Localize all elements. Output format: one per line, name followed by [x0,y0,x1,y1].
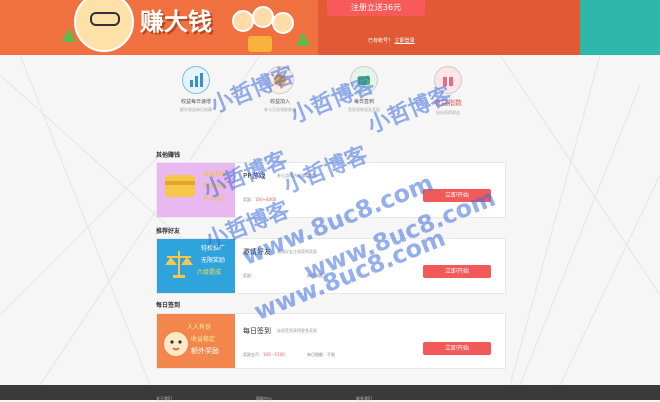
login-hint-text: 已有帐号？ [368,38,394,44]
card-banner-image: 人人有份 收益稳定 额外奖励 [157,314,235,368]
top-banner: 赚大钱 注册立送36元 已有帐号？ 立即登录 [0,0,660,55]
banner-artwork: 赚大钱 [0,0,318,55]
reward-label: 奖励： [243,273,255,278]
start-button[interactable]: 立即开始 [423,265,491,278]
card-description: 连续签到获得更多奖励 [277,328,317,333]
section-title-other: 其他赚钱 [156,152,181,159]
card-image-line: 收益稳定 [191,336,216,343]
reward-label: 奖励： [243,197,255,202]
card-image-line: 人人有份 [187,324,212,331]
start-button[interactable]: 立即开始 [423,342,491,355]
login-link[interactable]: 立即登录 [395,38,415,44]
footer-link[interactable]: 关于我们 [156,396,172,402]
card-image-line: 额外奖励 [191,347,219,355]
card-limit: 每日限额：不限 [307,352,335,358]
reward-label: 奖励金币： [243,352,263,357]
footer-link[interactable]: 联系我们 [356,396,372,402]
card-title: 每日签到 [243,327,271,335]
tree-icon [62,28,76,42]
footer-link[interactable]: 帮助中心 [256,396,272,402]
banner-side-panel [580,0,660,55]
tree-icon [296,32,310,46]
banner-headline: 赚大钱 [140,8,212,36]
register-button[interactable]: 注册立送36元 [327,0,425,16]
section-title-invite: 推荐好友 [156,228,181,235]
limit-value: 不限 [327,352,335,357]
login-hint: 已有帐号？ 立即登录 [368,37,415,44]
limit-label: 每日限额： [307,352,327,357]
card-image-line: 六级提成 [197,269,222,276]
section-title-checkin: 每日签到 [156,302,181,309]
card-reward: 奖励： [243,273,255,279]
reward-value: 100 - 1500 [263,352,285,357]
card-reward: 奖励金币：100 - 1500 [243,352,285,358]
card-image-line: 无限奖励 [201,257,226,264]
task-card: 人人有份 收益稳定 额外奖励 每日签到 连续签到获得更多奖励 奖励金币：100 … [156,313,506,369]
footer: 关于我们 帮助中心 联系我们 [0,385,660,402]
gift-icon [248,36,272,52]
mascot-illustration [74,0,134,52]
